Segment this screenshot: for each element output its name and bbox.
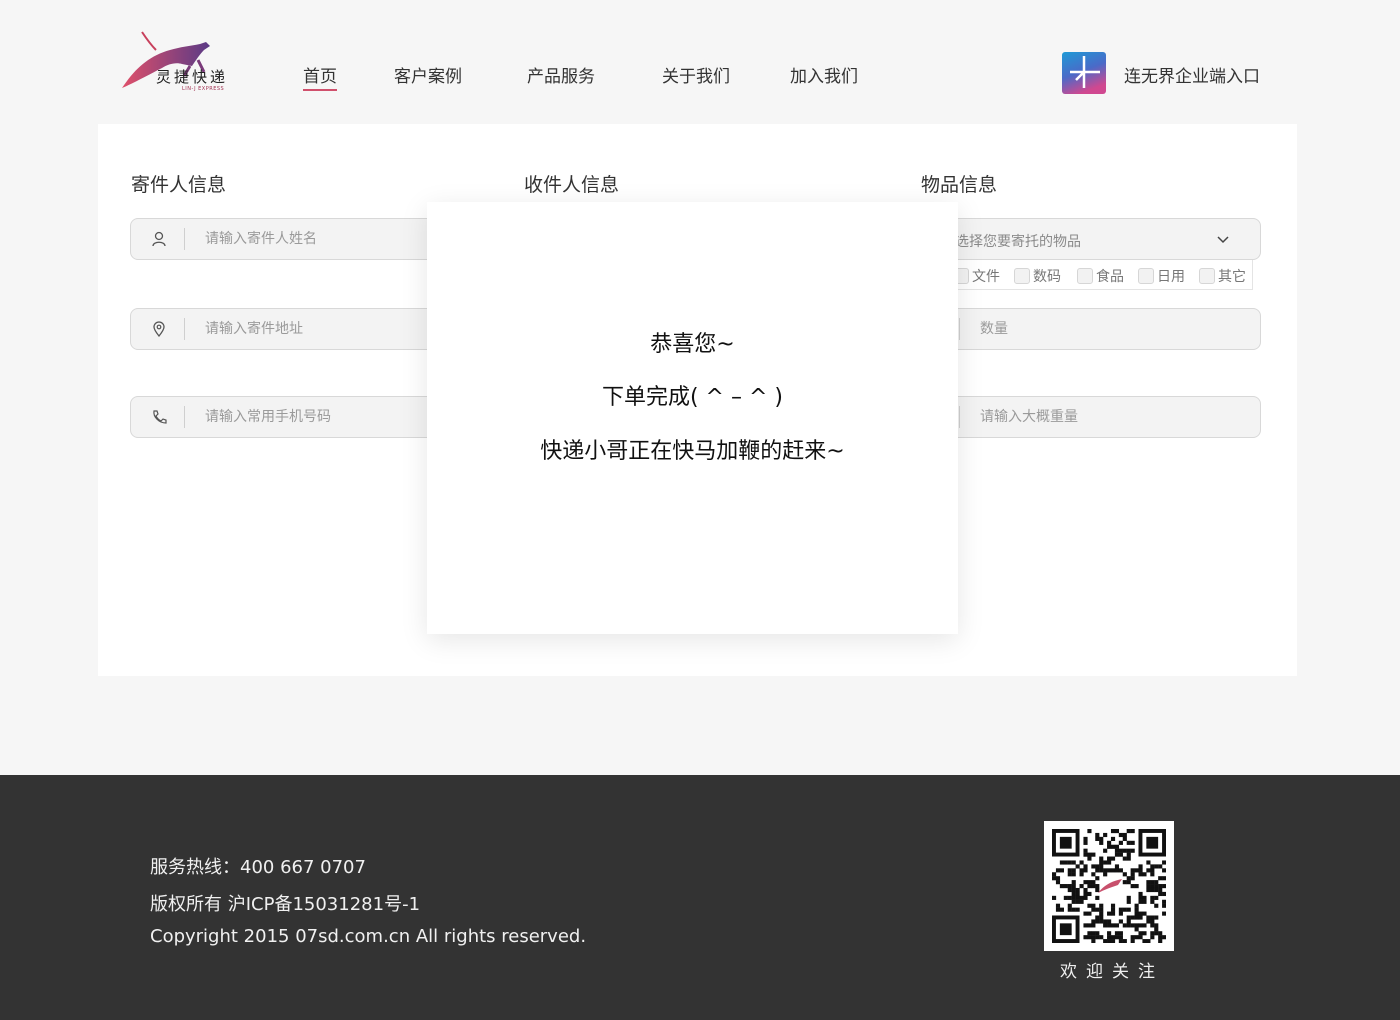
field-divider — [184, 318, 185, 340]
user-icon — [152, 231, 166, 247]
site-header: 灵捷快递 LIN-J EXPRESS 首页 客户案例 产品服务 关于我们 加入我… — [0, 0, 1400, 124]
checkbox[interactable] — [1138, 268, 1154, 284]
phone-icon — [153, 410, 167, 424]
service-hotline: 服务热线：400 667 0707 — [150, 857, 366, 878]
weight-input[interactable] — [980, 397, 1220, 437]
category-option-food[interactable]: 食品 — [1077, 266, 1124, 285]
sender-name-input[interactable] — [205, 219, 445, 259]
field-divider — [959, 318, 960, 340]
chevron-down-icon — [1217, 236, 1229, 244]
site-footer: 服务热线：400 667 0707 版权所有 沪ICP备15031281号-1 … — [0, 775, 1400, 1020]
quantity-field[interactable] — [930, 308, 1261, 350]
category-option-digital[interactable]: 数码 — [1014, 266, 1061, 285]
qr-caption: 欢迎关注 — [1060, 962, 1164, 982]
wechat-qr-code — [1044, 821, 1174, 951]
checkbox[interactable] — [1014, 268, 1030, 284]
category-option-daily[interactable]: 日用 — [1138, 266, 1185, 285]
item-section-title: 物品信息 — [921, 174, 998, 196]
nav-customer-cases[interactable]: 客户案例 — [394, 62, 462, 87]
sender-address-input[interactable] — [205, 309, 445, 349]
nav-products-services[interactable]: 产品服务 — [527, 62, 595, 87]
category-option-documents[interactable]: 文件 — [953, 266, 1000, 285]
field-divider — [959, 406, 960, 428]
success-courier-text: 快递小哥正在快马加鞭的赶来~ — [540, 439, 845, 464]
nav-home[interactable]: 首页 — [303, 62, 337, 91]
success-congrats-text: 恭喜您~ — [650, 332, 735, 357]
icp-record: 版权所有 沪ICP备15031281号-1 — [150, 894, 421, 915]
order-success-dialog: 恭喜您~ 下单完成( ^ – ^ ) 快递小哥正在快马加鞭的赶来~ — [427, 202, 958, 634]
checkbox[interactable] — [1077, 268, 1093, 284]
quantity-input[interactable] — [980, 309, 1220, 349]
nav-join-us[interactable]: 加入我们 — [790, 62, 858, 87]
success-order-complete-text: 下单完成( ^ – ^ ) — [601, 385, 783, 410]
category-option-other[interactable]: 其它 — [1199, 266, 1246, 285]
logo-subtitle: LIN-J EXPRESS — [182, 86, 225, 92]
item-category-options: 文件 数码 食品 日用 其它 — [946, 260, 1253, 290]
copyright-text: Copyright 2015 07sd.com.cn All rights re… — [150, 926, 587, 947]
sender-section-title: 寄件人信息 — [131, 174, 227, 196]
item-type-placeholder: 选择您要寄托的物品 — [955, 234, 1081, 250]
location-pin-icon — [153, 321, 165, 337]
item-type-select[interactable]: 选择您要寄托的物品 — [930, 218, 1261, 260]
nav-about-us[interactable]: 关于我们 — [662, 62, 730, 87]
checkbox[interactable] — [1199, 268, 1215, 284]
enterprise-app-icon[interactable] — [1062, 52, 1106, 94]
weight-field[interactable] — [930, 396, 1261, 438]
logo-text: 灵捷快递 — [156, 68, 229, 86]
field-divider — [184, 228, 185, 250]
qr-code-icon — [1052, 829, 1167, 944]
enterprise-portal-link[interactable]: 连无界企业端入口 — [1124, 62, 1260, 87]
field-divider — [184, 406, 185, 428]
sender-phone-input[interactable] — [205, 397, 445, 437]
receiver-section-title: 收件人信息 — [524, 174, 620, 196]
